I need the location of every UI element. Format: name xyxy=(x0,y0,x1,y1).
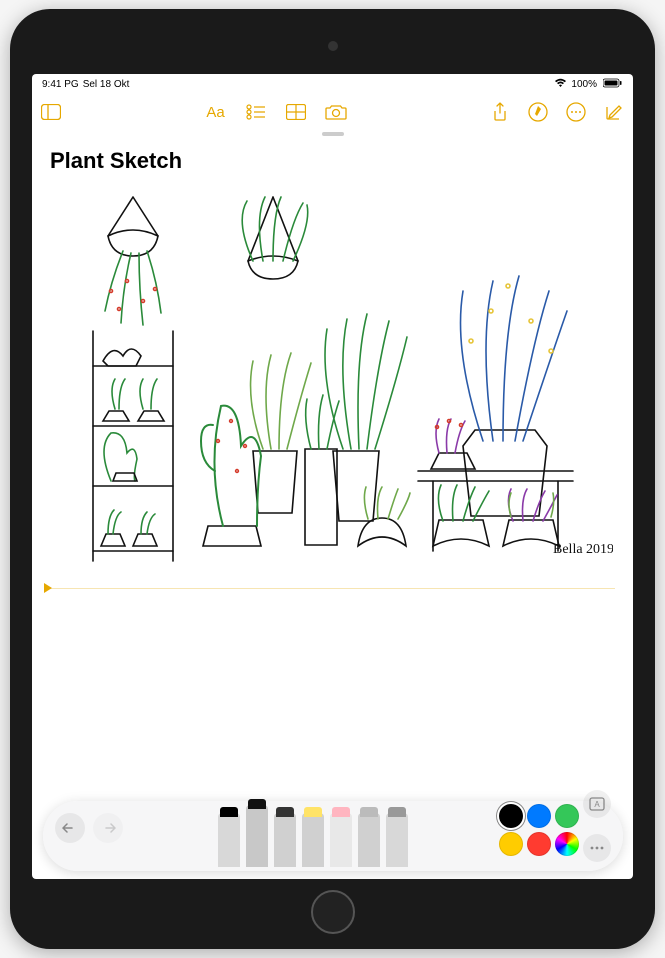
status-bar: 9:41 PG Sel 18 Okt 100% xyxy=(32,74,633,94)
screen: 9:41 PG Sel 18 Okt 100% xyxy=(32,74,633,879)
color-picker[interactable] xyxy=(555,832,579,856)
tool-eraser[interactable] xyxy=(330,813,352,867)
tool-ruler[interactable] xyxy=(386,813,408,867)
tool-highlighter[interactable] xyxy=(302,813,324,867)
note-content[interactable]: Plant Sketch xyxy=(32,130,633,879)
compose-icon[interactable] xyxy=(603,101,625,123)
color-black[interactable] xyxy=(499,804,523,828)
battery-icon xyxy=(601,78,623,91)
drawing-tool-palette: A xyxy=(43,801,623,871)
status-time: 9:41 PG xyxy=(42,79,79,90)
palette-more-button[interactable] xyxy=(583,834,611,862)
undo-button[interactable] xyxy=(55,813,85,843)
insertion-cursor-line[interactable] xyxy=(50,588,615,589)
more-icon[interactable] xyxy=(565,101,587,123)
sketch-signature: Bella 2019 xyxy=(553,542,613,557)
tool-pen[interactable] xyxy=(218,813,240,867)
redo-button[interactable] xyxy=(93,813,123,843)
wifi-icon xyxy=(552,78,567,91)
format-text-icon[interactable]: Aa xyxy=(205,101,227,123)
share-icon[interactable] xyxy=(489,101,511,123)
ipad-device-frame: 9:41 PG Sel 18 Okt 100% xyxy=(10,9,655,949)
tool-lasso[interactable] xyxy=(358,813,380,867)
tool-row xyxy=(127,805,499,867)
sketch-drawing[interactable]: Bella 2019 xyxy=(50,186,615,576)
sidebar-toggle-icon[interactable] xyxy=(40,101,62,123)
checklist-icon[interactable] xyxy=(245,101,267,123)
table-icon[interactable] xyxy=(285,101,307,123)
drag-handle[interactable] xyxy=(322,132,344,136)
tool-pencil[interactable] xyxy=(274,813,296,867)
front-camera xyxy=(328,41,338,51)
color-green[interactable] xyxy=(555,804,579,828)
home-button[interactable] xyxy=(311,890,355,934)
color-red[interactable] xyxy=(527,832,551,856)
app-toolbar: Aa xyxy=(32,94,633,130)
markup-mode-icon[interactable] xyxy=(527,101,549,123)
status-date: Sel 18 Okt xyxy=(83,79,130,90)
battery-percent: 100% xyxy=(571,79,597,90)
textbox-button[interactable]: A xyxy=(583,790,611,818)
note-title[interactable]: Plant Sketch xyxy=(50,148,615,174)
color-yellow[interactable] xyxy=(499,832,523,856)
svg-text:A: A xyxy=(594,800,600,809)
color-grid xyxy=(499,804,579,856)
camera-icon[interactable] xyxy=(325,101,347,123)
tool-marker[interactable] xyxy=(246,805,268,867)
color-blue[interactable] xyxy=(527,804,551,828)
